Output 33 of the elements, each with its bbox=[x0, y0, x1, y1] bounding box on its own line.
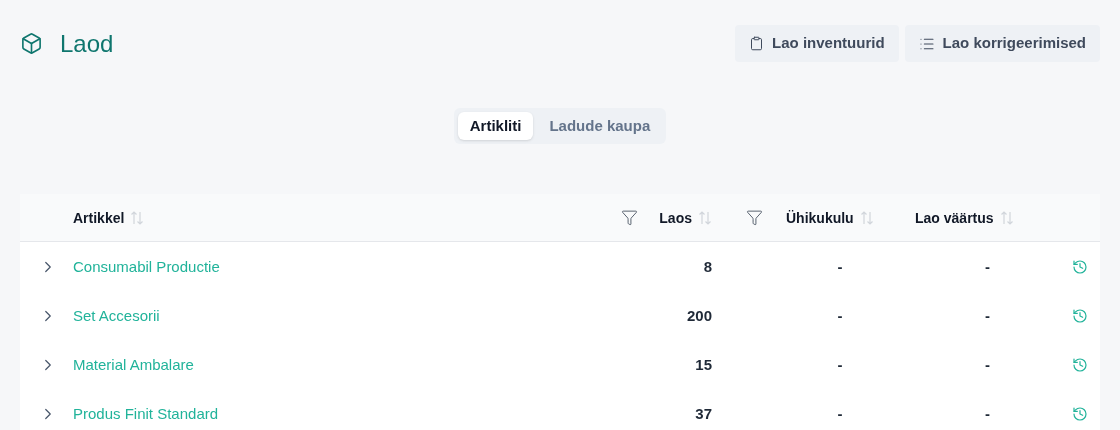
history-icon[interactable] bbox=[1072, 405, 1088, 422]
history-icon[interactable] bbox=[1072, 307, 1088, 324]
unit-cost: - bbox=[837, 404, 843, 422]
filter-icon[interactable] bbox=[620, 209, 638, 226]
tab[interactable]: Artikliti bbox=[457, 112, 534, 140]
column-header[interactable]: Ühikukulu bbox=[786, 207, 854, 228]
toolbar-button[interactable]: Lao inventuurid bbox=[735, 25, 899, 62]
stock-quantity: 200 bbox=[686, 306, 712, 324]
page-title: Laod bbox=[60, 28, 114, 59]
sort-icon[interactable] bbox=[859, 209, 874, 226]
toolbar-button[interactable]: Lao korrigeerimised bbox=[904, 25, 1100, 62]
unit-cost: - bbox=[837, 306, 843, 324]
history-icon[interactable] bbox=[1072, 258, 1088, 275]
stock-value: - bbox=[985, 257, 990, 275]
cube-icon bbox=[20, 32, 43, 55]
stock-value: - bbox=[985, 306, 990, 324]
sort-icon[interactable] bbox=[698, 209, 712, 226]
stock-value: - bbox=[985, 404, 990, 422]
unit-cost: - bbox=[837, 257, 843, 275]
sort-icon[interactable] bbox=[130, 209, 145, 226]
unit-cost: - bbox=[837, 355, 843, 373]
stock-quantity: 37 bbox=[695, 404, 712, 422]
stock-quantity: 8 bbox=[703, 257, 712, 275]
filter-icon[interactable] bbox=[746, 209, 763, 226]
stock-value: - bbox=[985, 355, 990, 373]
sort-icon[interactable] bbox=[999, 209, 1014, 226]
column-header[interactable]: Laos bbox=[659, 207, 692, 228]
tab[interactable]: Ladude kaupa bbox=[537, 112, 663, 140]
column-header[interactable]: Artikkel bbox=[73, 207, 125, 228]
history-icon[interactable] bbox=[1072, 356, 1088, 373]
clipboard-icon bbox=[749, 36, 765, 51]
column-header[interactable]: Lao väärtus bbox=[915, 207, 994, 228]
stock-quantity: 15 bbox=[695, 355, 712, 373]
